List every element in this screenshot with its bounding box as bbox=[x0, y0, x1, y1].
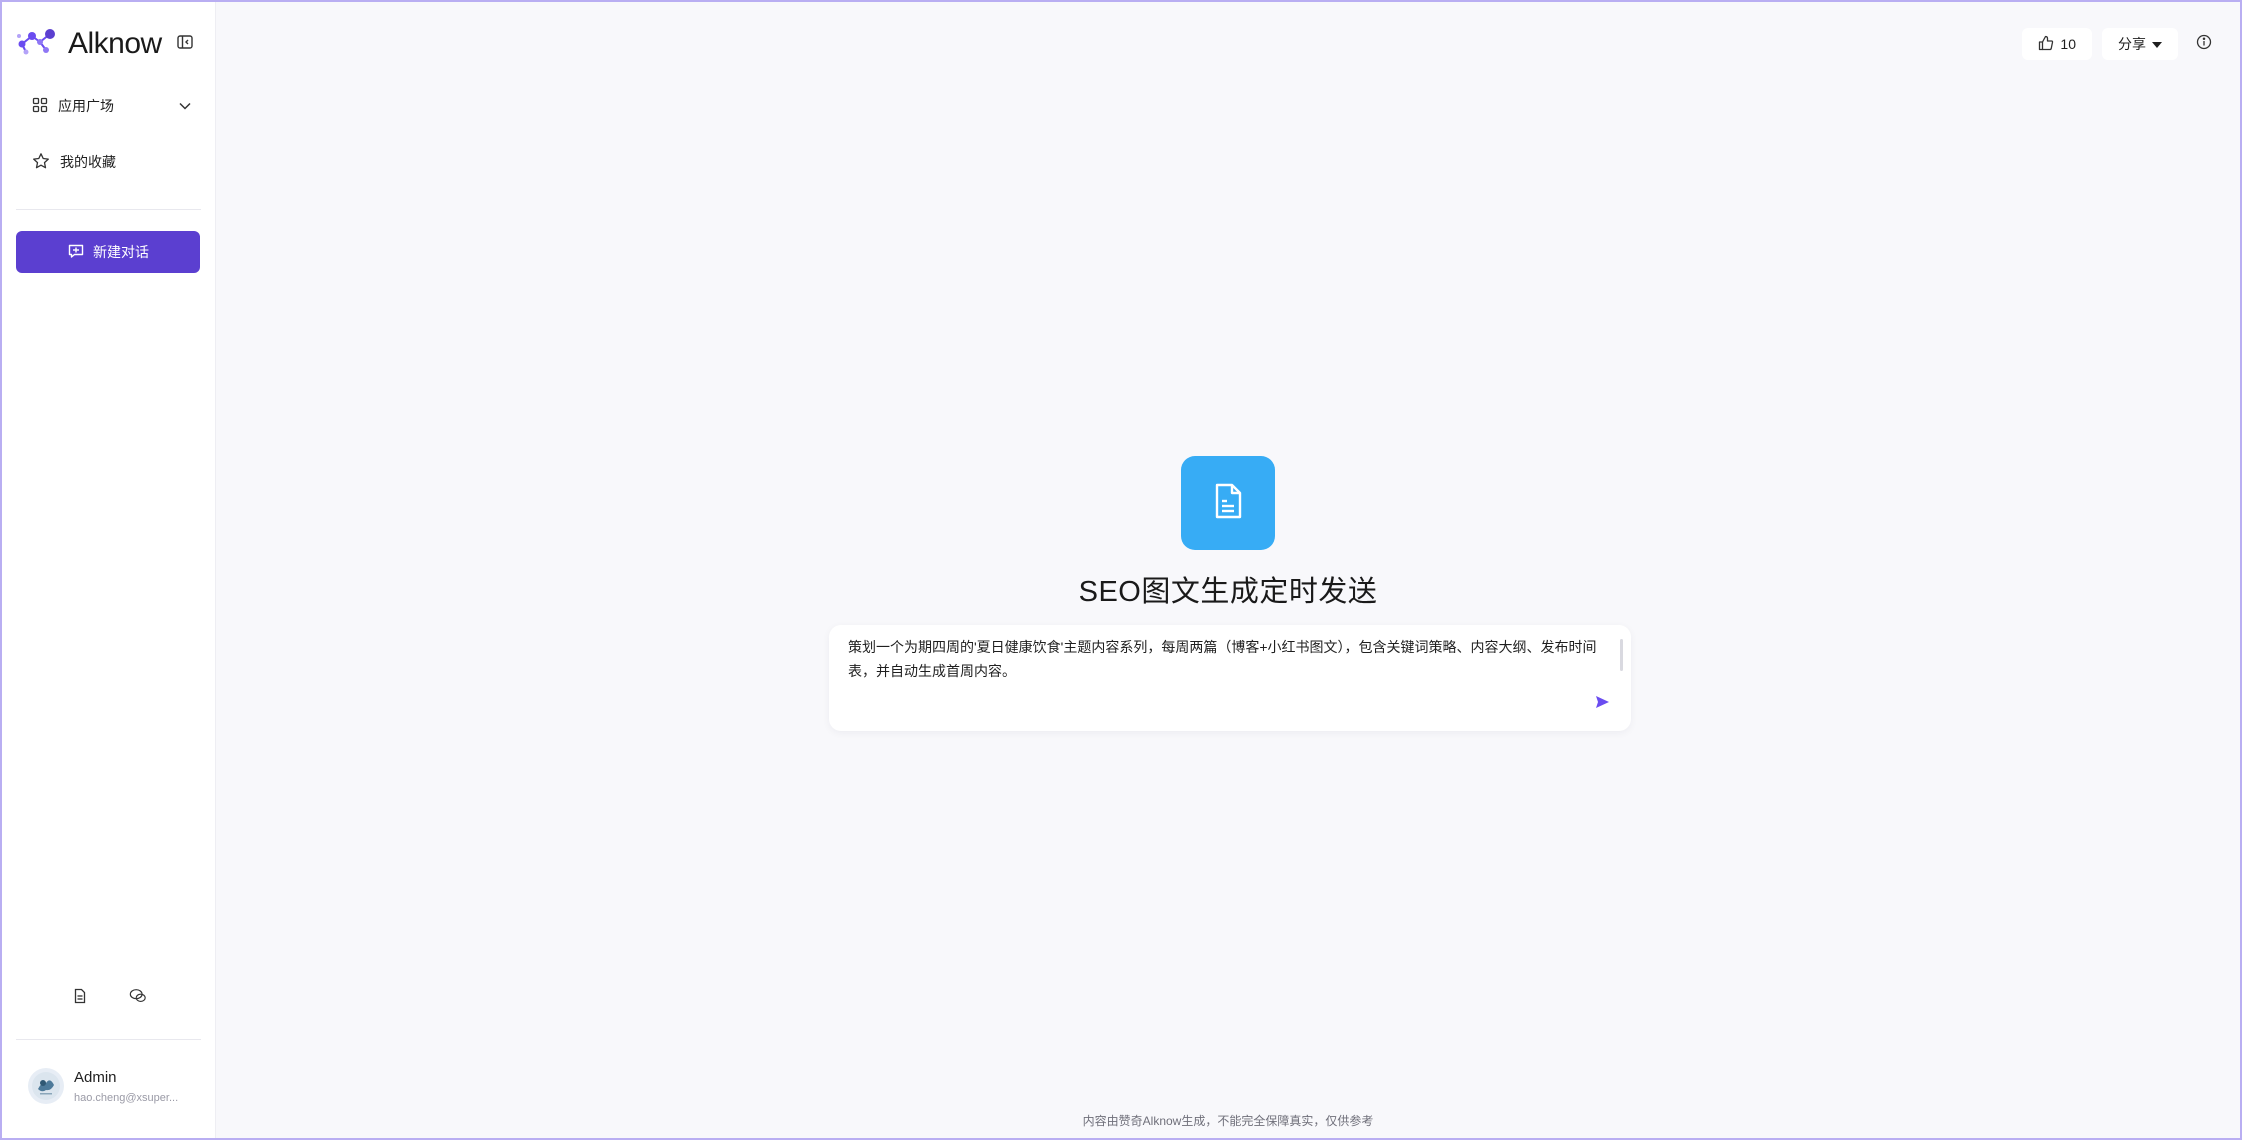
grid-icon bbox=[32, 97, 48, 116]
caret-down-icon bbox=[2152, 36, 2162, 52]
sidebar-collapse-button[interactable] bbox=[174, 33, 196, 55]
app-icon bbox=[1181, 456, 1275, 550]
new-chat-button[interactable]: 新建对话 bbox=[16, 231, 200, 273]
info-button[interactable] bbox=[2188, 28, 2220, 60]
user-email: hao.cheng@xsuper... bbox=[74, 1091, 179, 1104]
molecule-logo-icon bbox=[16, 26, 62, 63]
sidebar-collapse-icon bbox=[176, 33, 194, 56]
thumbs-up-icon bbox=[2038, 35, 2054, 54]
sidebar-item-favorites[interactable]: 我的收藏 bbox=[32, 147, 116, 177]
app-hero: SEO图文生成定时发送 bbox=[216, 456, 2240, 610]
user-profile[interactable]: Admin hao.cheng@xsuper... bbox=[28, 1068, 186, 1104]
send-icon bbox=[1594, 694, 1610, 715]
divider bbox=[16, 209, 201, 210]
document-icon bbox=[1210, 481, 1246, 526]
app-window: Alknow 应用广场 我的收藏 新建对话 Admin hao.cheng@xs… bbox=[0, 0, 2242, 1140]
chat-composer: 策划一个为期四周的'夏日健康饮食'主题内容系列，每周两篇（博客+小红书图文），包… bbox=[829, 625, 1631, 731]
avatar bbox=[28, 1068, 64, 1104]
chat-plus-icon bbox=[67, 242, 85, 263]
like-button[interactable]: 10 bbox=[2022, 28, 2092, 60]
share-button[interactable]: 分享 bbox=[2102, 28, 2178, 60]
star-icon bbox=[32, 152, 50, 173]
sidebar-item-label: 应用广场 bbox=[58, 98, 114, 114]
send-button[interactable] bbox=[1593, 695, 1611, 713]
share-label: 分享 bbox=[2118, 36, 2146, 52]
header-actions: 10 分享 bbox=[2022, 28, 2220, 60]
info-icon bbox=[2196, 34, 2212, 55]
new-chat-label: 新建对话 bbox=[93, 244, 149, 260]
disclaimer-text: 内容由赞奇Alknow生成，不能完全保障真实，仅供参考 bbox=[1082, 1114, 1374, 1128]
message-input[interactable]: 策划一个为期四周的'夏日健康饮食'主题内容系列，每周两篇（博客+小红书图文），包… bbox=[848, 635, 1600, 687]
sidebar-item-app-market[interactable]: 应用广场 bbox=[32, 91, 192, 121]
sidebar-item-label: 我的收藏 bbox=[60, 154, 116, 170]
divider bbox=[16, 1039, 201, 1040]
sidebar: Alknow 应用广场 我的收藏 新建对话 Admin hao.cheng@xs… bbox=[2, 2, 216, 1138]
user-name: Admin bbox=[74, 1068, 117, 1086]
brand-logo[interactable]: Alknow bbox=[16, 26, 162, 62]
like-count: 10 bbox=[2060, 36, 2076, 52]
brand-name: Alknow bbox=[68, 27, 162, 60]
document-icon[interactable] bbox=[71, 987, 89, 1005]
scrollbar[interactable] bbox=[1620, 639, 1623, 671]
main-content: 10 分享 SEO图文生成定时发送 策划一个为期四周的'夏日健康饮食'主题内容系… bbox=[216, 2, 2240, 1138]
app-title: SEO图文生成定时发送 bbox=[1078, 576, 1378, 608]
sidebar-bottom-actions bbox=[2, 987, 216, 1013]
chevron-down-icon[interactable] bbox=[178, 99, 192, 116]
wechat-icon[interactable] bbox=[129, 987, 147, 1005]
